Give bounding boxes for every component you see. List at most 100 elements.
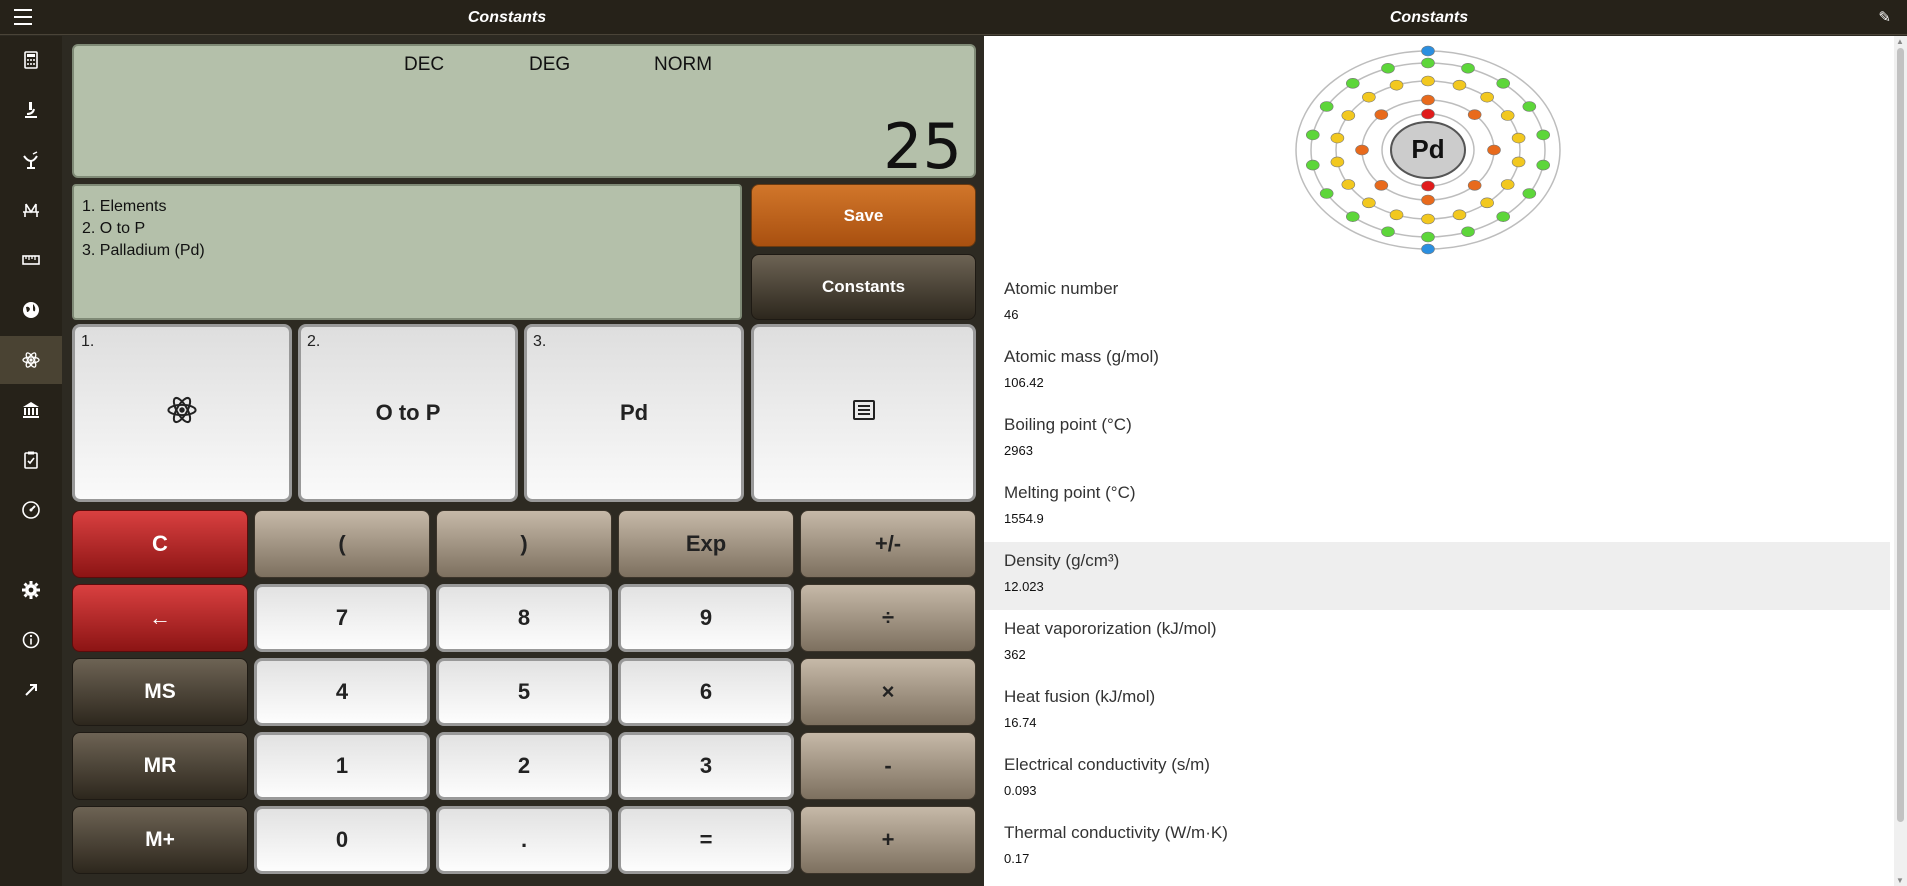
property-label: Electrical conductivity (s/m)	[1004, 755, 1210, 774]
gear-icon[interactable]	[0, 566, 62, 614]
electron	[1421, 45, 1435, 57]
digit-3-button[interactable]: 3	[618, 732, 794, 800]
electron	[1421, 243, 1435, 255]
nav-o-to-p-button[interactable]: 2. O to P	[298, 324, 518, 502]
nav-step-number: 2.	[307, 333, 321, 350]
property-label: Heat vapororization (kJ/mol)	[1004, 619, 1217, 638]
constants-button[interactable]: Constants	[751, 254, 976, 320]
nav-list-button[interactable]	[751, 324, 976, 502]
electron	[1421, 108, 1435, 120]
nav-elements-button[interactable]: 1.	[72, 324, 292, 502]
electron	[1345, 78, 1360, 89]
digit-0-button[interactable]: 0	[254, 806, 430, 874]
history-panel: 1. Elements 2. O to P 3. Palladium (Pd)	[72, 184, 742, 320]
property-value: 106.42	[1004, 375, 1044, 390]
sign-toggle-button[interactable]: +/-	[800, 510, 976, 578]
digit-7-button[interactable]: 7	[254, 584, 430, 652]
property-value: 2963	[1004, 443, 1033, 458]
electron	[1421, 75, 1435, 87]
scroll-up-icon[interactable]: ▲	[1896, 37, 1904, 46]
property-label: Thermal conductivity (W/m·K)	[1004, 823, 1228, 842]
satellite-dish-icon[interactable]	[0, 136, 62, 184]
microscope-icon[interactable]	[0, 86, 62, 134]
digit-6-button[interactable]: 6	[618, 658, 794, 726]
scroll-down-icon[interactable]: ▼	[1896, 876, 1904, 885]
equals-button[interactable]: =	[618, 806, 794, 874]
save-button[interactable]: Save	[751, 184, 976, 247]
electron	[1421, 231, 1435, 243]
digit-5-button[interactable]: 5	[436, 658, 612, 726]
gauge-icon[interactable]	[0, 486, 62, 534]
add-button[interactable]: +	[800, 806, 976, 874]
ruler-icon[interactable]	[0, 236, 62, 284]
property-label: Boiling point (°C)	[1004, 415, 1132, 434]
digit-2-button[interactable]: 2	[436, 732, 612, 800]
pin-icon[interactable]: ✎	[1878, 8, 1891, 26]
electron	[1522, 101, 1537, 112]
globe-icon[interactable]	[0, 286, 62, 334]
electron	[1319, 101, 1334, 112]
digit-8-button[interactable]: 8	[436, 584, 612, 652]
calculator-icon[interactable]	[0, 36, 62, 84]
electron	[1362, 197, 1376, 209]
nav-label: Pd	[619, 400, 649, 425]
electron	[1421, 94, 1435, 106]
divide-button[interactable]: ÷	[800, 584, 976, 652]
nav-pd-button[interactable]: 3. Pd	[524, 324, 744, 502]
backspace-button[interactable]: ←	[72, 584, 248, 652]
expand-icon[interactable]	[0, 666, 62, 714]
electron	[1330, 132, 1345, 144]
electron	[1305, 159, 1320, 171]
electron	[1522, 188, 1537, 199]
vertical-scrollbar[interactable]: ▲ ▼	[1894, 36, 1907, 886]
property-value: 362	[1004, 647, 1026, 662]
electron	[1355, 144, 1369, 156]
display-value: 25	[883, 110, 962, 183]
property-value: 16.74	[1004, 715, 1037, 730]
electron	[1319, 188, 1334, 199]
memory-recall-button[interactable]: MR	[72, 732, 248, 800]
property-row: Melting point (°C) 1554.9	[984, 474, 1890, 542]
exp-button[interactable]: Exp	[618, 510, 794, 578]
close-paren-button[interactable]: )	[436, 510, 612, 578]
list-icon	[852, 399, 876, 427]
bridge-icon[interactable]	[0, 186, 62, 234]
hamburger-menu-icon[interactable]	[14, 9, 32, 25]
atom-icon[interactable]	[0, 336, 62, 384]
property-row: Heat vapororization (kJ/mol) 362	[984, 610, 1890, 678]
nav-step-number: 1.	[81, 333, 95, 350]
clear-button[interactable]: C	[72, 510, 248, 578]
property-row: Atomic mass (g/mol) 106.42	[984, 338, 1890, 406]
digit-4-button[interactable]: 4	[254, 658, 430, 726]
element-details-panel: Pd Atomic number 46 Atomic mass (g/mol) …	[984, 36, 1907, 886]
electron	[1345, 211, 1360, 222]
scrollbar-thumb[interactable]	[1897, 48, 1904, 822]
electron	[1389, 209, 1404, 221]
electron	[1461, 226, 1475, 238]
clipboard-icon[interactable]	[0, 436, 62, 484]
electron	[1536, 129, 1551, 141]
digit-1-button[interactable]: 1	[254, 732, 430, 800]
open-paren-button[interactable]: (	[254, 510, 430, 578]
electron	[1362, 91, 1376, 103]
mode-notation: NORM	[654, 54, 713, 75]
digit-9-button[interactable]: 9	[618, 584, 794, 652]
mode-number-base: DEC	[404, 54, 445, 75]
electron	[1452, 209, 1467, 221]
memory-add-button[interactable]: M+	[72, 806, 248, 874]
decimal-point-button[interactable]: .	[436, 806, 612, 874]
bank-icon[interactable]	[0, 386, 62, 434]
property-row-selected[interactable]: Density (g/cm³) 12.023	[984, 542, 1890, 610]
property-row: Heat fusion (kJ/mol) 16.74	[984, 678, 1890, 746]
title-bar: Constants Constants ✎	[0, 0, 1907, 35]
property-label: Atomic mass (g/mol)	[1004, 347, 1159, 366]
subtract-button[interactable]: -	[800, 732, 976, 800]
memory-store-button[interactable]: MS	[72, 658, 248, 726]
panel-title: Constants	[1389, 9, 1469, 26]
info-icon[interactable]	[0, 616, 62, 664]
electron	[1496, 78, 1511, 89]
electron	[1374, 180, 1389, 191]
calculator-display: DEC DEG NORM 25	[72, 44, 976, 183]
electron	[1452, 79, 1467, 91]
multiply-button[interactable]: ×	[800, 658, 976, 726]
